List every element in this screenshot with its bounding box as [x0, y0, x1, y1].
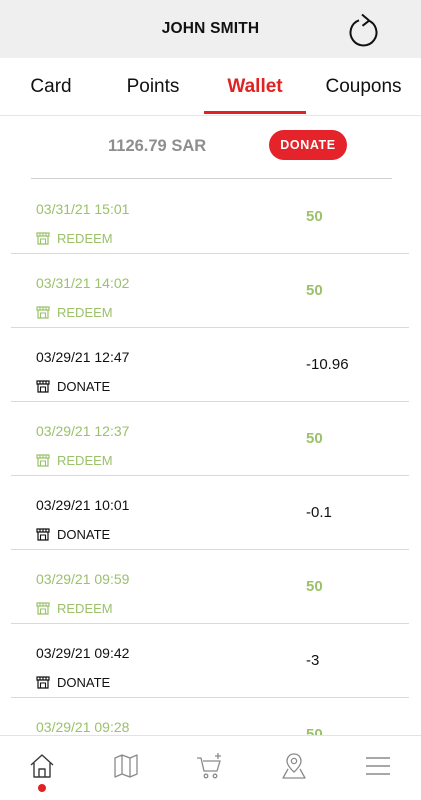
active-tab-indicator: [204, 111, 306, 114]
transaction-type: DONATE: [36, 675, 110, 690]
nav-cart[interactable]: [192, 750, 228, 782]
store-icon: [36, 454, 50, 467]
transaction-date: 03/31/21 15:01: [36, 201, 130, 217]
transaction-row: 03/29/21 09:28REDEEM50: [0, 698, 421, 735]
wallet-balance-row: 1126.79 SAR DONATE: [0, 116, 421, 178]
store-icon: [36, 528, 50, 541]
transaction-type: REDEEM: [36, 601, 113, 616]
transaction-row: 03/29/21 09:42 DONATE -3: [0, 624, 421, 698]
store-icon: [36, 602, 50, 615]
menu-icon: [366, 757, 390, 775]
transaction-date: 03/29/21 12:37: [36, 423, 130, 439]
transaction-date: 03/29/21 10:01: [36, 497, 130, 513]
divider: [31, 178, 392, 179]
transaction-date: 03/29/21 09:59: [36, 571, 130, 587]
transaction-type-label: REDEEM: [57, 231, 113, 246]
transaction-row: 03/31/21 15:01 REDEEM 50: [0, 180, 421, 254]
transaction-amount: -0.1: [306, 504, 332, 521]
location-icon: [282, 753, 306, 779]
wallet-balance: 1126.79 SAR: [108, 137, 207, 155]
transaction-amount: 50: [306, 208, 323, 225]
refresh-icon: [349, 13, 378, 47]
transaction-type-label: DONATE: [57, 675, 111, 690]
transaction-row: 03/29/21 12:37 REDEEM 50: [0, 402, 421, 476]
nav-locations[interactable]: [276, 750, 312, 782]
bottom-nav: [0, 735, 421, 800]
cart-add-icon: [197, 753, 221, 779]
map-icon: [114, 754, 138, 778]
transaction-list[interactable]: 03/31/21 15:01 REDEEM 50 03/31/21 14:02 REDE…: [0, 180, 421, 735]
transaction-type: REDEEM: [36, 231, 113, 246]
app-header: JOHN SMITH: [0, 0, 421, 58]
transaction-type-label: DONATE: [57, 379, 111, 394]
transaction-amount: 50: [306, 726, 323, 735]
tab-bar: Card Points Wallet Coupons: [0, 58, 421, 116]
donate-button[interactable]: DONATE: [269, 130, 347, 160]
tab-coupons[interactable]: Coupons: [306, 58, 421, 116]
home-icon: [30, 754, 54, 778]
transaction-date: 03/29/21 09:42: [36, 645, 130, 661]
transaction-row: 03/31/21 14:02 REDEEM 50: [0, 254, 421, 328]
transaction-date: 03/29/21 12:47: [36, 349, 130, 365]
tab-points[interactable]: Points: [102, 58, 204, 116]
active-nav-dot: [38, 784, 46, 792]
store-icon: [36, 306, 50, 319]
refresh-button[interactable]: [345, 10, 385, 50]
transaction-row: 03/29/21 12:47 DONATE -10.96: [0, 328, 421, 402]
transaction-row: 03/29/21 10:01 DONATE -0.1: [0, 476, 421, 550]
transaction-amount: 50: [306, 578, 323, 595]
transaction-type: REDEEM: [36, 305, 113, 320]
nav-home[interactable]: [24, 750, 60, 782]
transaction-row: 03/29/21 09:59 REDEEM 50: [0, 550, 421, 624]
tab-card[interactable]: Card: [0, 58, 102, 116]
transaction-type-label: REDEEM: [57, 453, 113, 468]
transaction-type: REDEEM: [36, 453, 113, 468]
transaction-amount: 50: [306, 282, 323, 299]
transaction-date: 03/31/21 14:02: [36, 275, 130, 291]
store-icon: [36, 676, 50, 689]
nav-map[interactable]: [108, 750, 144, 782]
store-icon: [36, 380, 50, 393]
transaction-amount: 50: [306, 430, 323, 447]
transaction-amount: -10.96: [306, 356, 349, 373]
transaction-type-label: REDEEM: [57, 601, 113, 616]
transaction-date: 03/29/21 09:28: [36, 719, 130, 735]
transaction-type-label: DONATE: [57, 527, 111, 542]
nav-menu[interactable]: [360, 750, 396, 782]
transaction-amount: -3: [306, 652, 320, 669]
store-icon: [36, 232, 50, 245]
transaction-type: DONATE: [36, 527, 110, 542]
transaction-type: DONATE: [36, 379, 110, 394]
transaction-type-label: REDEEM: [57, 305, 113, 320]
tab-wallet[interactable]: Wallet: [204, 58, 306, 116]
